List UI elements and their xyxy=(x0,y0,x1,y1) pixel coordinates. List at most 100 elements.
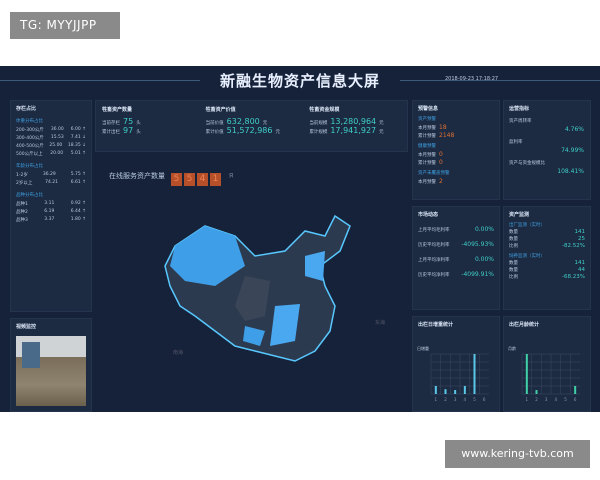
warning-label: 本月预警 xyxy=(418,153,436,158)
monitor-label: 数量 xyxy=(509,261,518,266)
stat-group: 牲畜资产价值 当前价值 632,800 元累计价值 51,572,986 元 xyxy=(200,101,304,151)
x-tick-label: 6 xyxy=(574,397,577,402)
table-row: 品种2 6.19 6.44 ↑ xyxy=(16,209,86,215)
warning-value: 2148 xyxy=(439,132,455,139)
x-tick-label: 6 xyxy=(483,397,486,402)
market-label: 历史平均净利率 xyxy=(418,273,450,278)
panel-title: 市场动态 xyxy=(418,212,439,218)
panel-title: 预警信息 xyxy=(418,106,439,112)
warning-group-title: 资产预警 xyxy=(418,117,436,122)
x-tick-label: 5 xyxy=(473,397,476,402)
video-panel: 视频监控 xyxy=(10,318,92,412)
table-row: 500公斤以上 20.00 5.01 ↑ xyxy=(16,151,86,157)
stock-ratio-panel: 存栏占比 体重分布占比 200-300公斤 36.00 6.00 ↑ 300-400公斤… xyxy=(10,100,92,312)
market-value: -4099.91% xyxy=(461,271,494,278)
stat-unit: 元 xyxy=(379,121,384,126)
monitor-panel: 资产监测 出厂监测（实时） 数量 141 数量 25 比例 -82.52% 饲养监测（实时） 数量… xyxy=(503,206,591,310)
bar xyxy=(463,386,466,394)
y-axis-label: 月龄 xyxy=(508,345,516,351)
sea-label: 南海 xyxy=(173,349,183,356)
monitor-value: 44 xyxy=(578,267,585,273)
monitor-value: -82.52% xyxy=(562,243,585,249)
stat-row: 累计出栏 97 头 xyxy=(102,126,194,135)
stat-label: 累计出栏 xyxy=(102,130,120,135)
table-cell: 6.00 ↑ xyxy=(70,127,86,132)
monitor-group-title: 饲养监测（实时） xyxy=(509,254,545,259)
table-cell: 2岁以上 xyxy=(16,181,33,186)
stat-title: 牲畜资金规模 xyxy=(309,107,340,113)
bar xyxy=(444,389,447,394)
stats-panel: 牲畜资产数量 当前存栏 75 头累计出栏 97 头牲畜资产价值 当前价值 632,800 元累计… xyxy=(95,100,408,152)
table-row: 品种3 3.37 1.80 ↑ xyxy=(16,217,86,223)
table-cell: 6.61 ↑ xyxy=(70,180,86,185)
stat-group: 牲畜资金规模 当前规模 13,280,964 元累计规模 17,941,927 元 xyxy=(303,101,407,151)
table-row: 300-400公斤 15.53 7.41 ↓ xyxy=(16,135,86,141)
table-cell: 200-300公斤 xyxy=(16,128,44,133)
monitor-label: 数量 xyxy=(509,237,518,242)
table-cell: 5.75 ↑ xyxy=(70,172,86,177)
panel-title: 存栏占比 xyxy=(16,106,37,112)
monitor-label: 比例 xyxy=(509,244,518,249)
section-title: 品种分布占比 xyxy=(16,193,43,198)
monitor-value: -68.23% xyxy=(562,274,585,280)
warning-label: 本月预警 xyxy=(418,126,436,131)
section-title: 年龄分布占比 xyxy=(16,164,43,169)
market-label: 历史平均毛利率 xyxy=(418,243,450,248)
ops-value: 108.41% xyxy=(557,168,584,175)
monitor-row: 数量 141 xyxy=(509,229,585,235)
stat-value: 51,572,986 xyxy=(226,126,273,135)
stat-unit: 头 xyxy=(136,121,141,126)
stat-label: 累计价值 xyxy=(205,130,224,135)
stat-row: 当前存栏 75 头 xyxy=(102,117,194,126)
monitor-row: 数量 25 xyxy=(509,236,585,242)
sea-label: 东海 xyxy=(375,319,385,326)
table-cell: 25.00 xyxy=(49,143,63,148)
datetime: 2018-09-23 17:18:27 xyxy=(445,76,499,82)
table-cell: 3.11 xyxy=(44,201,55,206)
table-cell: 6.44 ↑ xyxy=(70,209,86,214)
table-cell: 18.35 ↓ xyxy=(67,143,86,148)
bar xyxy=(454,390,457,394)
monitor-label: 比例 xyxy=(509,275,518,280)
table-cell: 6.19 xyxy=(44,209,55,214)
dashboard: 新融生物资产信息大屏 2018-09-23 17:18:27 存栏占比 体重分布… xyxy=(0,66,600,412)
warning-value: 0 xyxy=(439,159,443,166)
monitor-value: 25 xyxy=(578,236,585,242)
watermark-bottom: www.kering-tvb.com xyxy=(445,440,590,468)
market-row: 历史平均净利率 -4099.91% xyxy=(418,271,494,278)
x-tick-label: 4 xyxy=(464,397,467,402)
bar xyxy=(434,386,437,394)
panel-title: 视频监控 xyxy=(16,324,37,330)
warning-row: 累计预警 2148 xyxy=(418,132,494,139)
china-map[interactable]: 南海 东海 xyxy=(95,156,408,412)
bar xyxy=(473,354,476,394)
table-cell: 36.00 xyxy=(50,127,64,132)
panel-title: 运营指标 xyxy=(509,106,530,112)
stat-unit: 元 xyxy=(275,130,280,135)
bar-chart: 月龄 1 2 3 4 5 6 xyxy=(508,345,580,402)
chart-panel-1: 出栏日增重统计 日增重 1 2 3 4 5 6 xyxy=(412,316,500,412)
warning-group-title: 资产未覆盖预警 xyxy=(418,171,450,176)
warning-panel: 预警信息 资产预警 本月预警 18 累计预警 2148 健康预警 本月预警 0 累计预警 0 资产未覆… xyxy=(412,100,500,200)
x-tick-label: 2 xyxy=(535,397,538,402)
monitor-value: 141 xyxy=(574,229,586,235)
market-value: -4095.93% xyxy=(461,241,494,248)
monitor-label: 数量 xyxy=(509,230,518,235)
stat-value: 632,800 xyxy=(226,117,260,126)
monitor-row: 比例 -68.23% xyxy=(509,274,585,280)
stat-value: 97 xyxy=(123,126,134,135)
video-feed[interactable] xyxy=(16,336,86,406)
ops-label: 资产与资金规模比 xyxy=(509,161,545,166)
stat-label: 累计规模 xyxy=(309,130,328,135)
warning-value: 2 xyxy=(439,178,443,185)
x-tick-label: 1 xyxy=(526,397,529,402)
x-tick-label: 2 xyxy=(444,397,447,402)
table-row: 200-300公斤 36.00 6.00 ↑ xyxy=(16,127,86,133)
table-cell: 20.00 xyxy=(50,151,64,156)
warning-row: 累计预警 0 xyxy=(418,159,494,166)
chart-panel-2: 出栏月龄统计 月龄 1 2 3 4 5 6 xyxy=(503,316,591,412)
warning-row: 本月预警 2 xyxy=(418,178,494,185)
bar-chart: 日增重 1 2 3 4 5 6 xyxy=(417,345,489,402)
table-cell: 0.92 ↑ xyxy=(70,201,86,206)
stat-group: 牲畜资产数量 当前存栏 75 头累计出栏 97 头 xyxy=(96,101,200,151)
